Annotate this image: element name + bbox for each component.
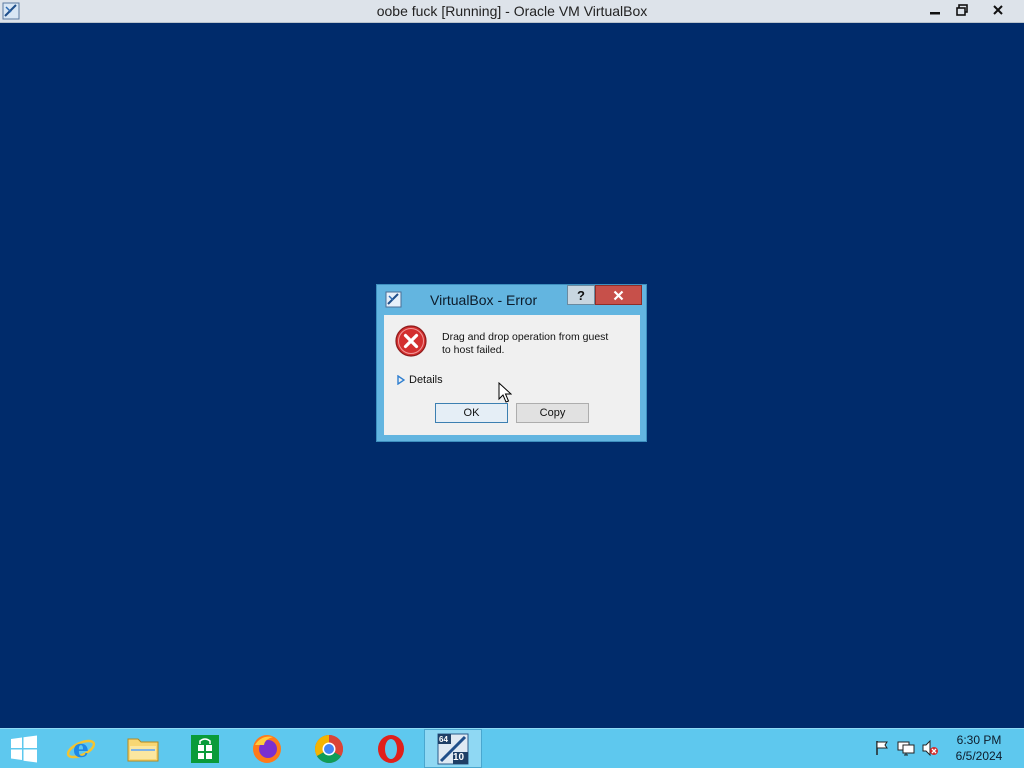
error-icon	[395, 325, 427, 357]
dialog-close-button[interactable]	[595, 285, 642, 305]
restore-button[interactable]	[947, 0, 977, 20]
opera-icon	[378, 734, 404, 763]
error-message-line-1: Drag and drop operation from guest	[442, 331, 609, 343]
minimize-icon	[930, 12, 940, 15]
host-title-bar: oobe fuck [Running] - Oracle VM VirtualB…	[0, 0, 1024, 23]
internet-explorer-icon: e	[66, 734, 96, 763]
taskbar-store[interactable]	[176, 729, 234, 768]
windows-logo-icon	[11, 735, 37, 762]
vbox-badge-top: 64	[439, 735, 448, 744]
taskbar-virtualbox[interactable]: 64 10	[424, 729, 482, 768]
ok-button[interactable]: OK	[435, 403, 508, 423]
store-icon	[191, 734, 219, 763]
network-status[interactable]	[896, 737, 916, 759]
vbox-badge-bottom: 10	[453, 752, 465, 763]
taskbar-clock[interactable]: 6:30 PM 6/5/2024	[944, 732, 1014, 764]
close-icon	[993, 5, 1003, 15]
restore-icon	[956, 4, 968, 16]
start-button[interactable]	[0, 729, 53, 768]
host-window-title: oobe fuck [Running] - Oracle VM VirtualB…	[376, 3, 648, 19]
error-message-line-2: to host failed.	[442, 344, 505, 356]
copy-button[interactable]: Copy	[516, 403, 589, 423]
taskbar: e 64 10 6:30 PM 6/5/2024	[0, 728, 1024, 768]
flag-icon	[876, 741, 888, 755]
dialog-title: VirtualBox - Error	[430, 292, 538, 308]
close-icon	[613, 290, 624, 300]
taskbar-firefox[interactable]	[238, 729, 296, 768]
help-button[interactable]: ?	[567, 285, 595, 305]
expand-arrow-icon	[397, 375, 405, 385]
chrome-icon	[315, 734, 343, 763]
clock-time: 6:30 PM	[956, 733, 1002, 747]
clock-date: 6/5/2024	[955, 749, 1003, 763]
dialog-title-bar[interactable]: VirtualBox - Error ?	[377, 285, 646, 315]
taskbar-internet-explorer[interactable]: e	[52, 729, 110, 768]
minimize-button[interactable]	[920, 0, 950, 20]
close-window-button[interactable]	[983, 0, 1013, 20]
taskbar-opera[interactable]	[362, 729, 420, 768]
network-icon	[897, 741, 915, 756]
taskbar-file-explorer[interactable]	[114, 729, 172, 768]
volume-status[interactable]	[920, 737, 940, 759]
speaker-muted-icon	[922, 740, 938, 756]
virtualbox-icon	[385, 291, 402, 308]
mouse-cursor-icon	[498, 382, 512, 403]
action-center-flag[interactable]	[872, 737, 892, 759]
error-dialog: VirtualBox - Error ? Drag and drop opera…	[376, 284, 647, 442]
error-message: Drag and drop operation from guest to ho…	[442, 331, 632, 357]
dialog-body: Drag and drop operation from guest to ho…	[384, 315, 640, 435]
folder-icon	[127, 738, 159, 761]
taskbar-chrome[interactable]	[300, 729, 358, 768]
svg-text:e: e	[73, 734, 89, 763]
details-toggle[interactable]: Details	[397, 374, 443, 386]
firefox-icon	[253, 734, 281, 763]
details-label: Details	[409, 374, 443, 386]
